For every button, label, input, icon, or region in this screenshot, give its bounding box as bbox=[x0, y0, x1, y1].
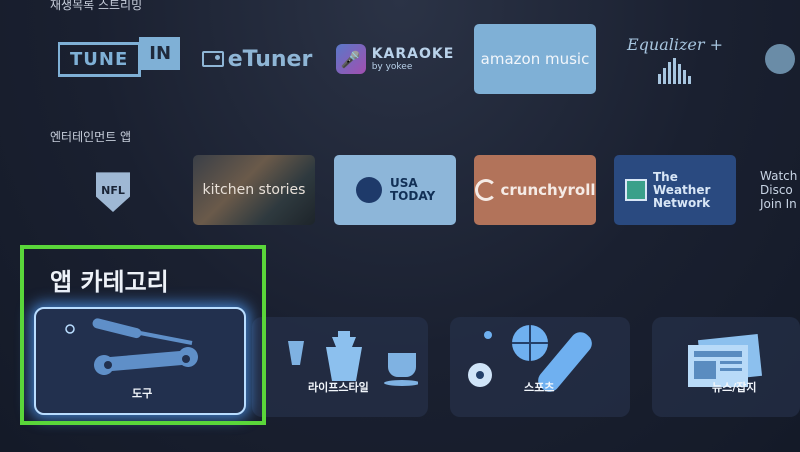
music-app-row: TUNE IN eTuner 🎤 KARAOKE by yokee amazon… bbox=[0, 18, 800, 108]
category-label-lifestyle: 라이프스타일 bbox=[308, 381, 369, 394]
weather-network-icon bbox=[625, 179, 647, 201]
weather-network-logo-text: The Weather Network bbox=[653, 169, 711, 210]
sports-balls-icon bbox=[468, 325, 592, 392]
section-label-music: 재생목록 스트리밍 bbox=[50, 0, 143, 12]
app-tile-crunchyroll[interactable]: crunchyroll bbox=[474, 155, 596, 225]
karaoke-logo-sub: by yokee bbox=[371, 62, 413, 72]
nfl-shield-icon: NFL bbox=[96, 172, 130, 212]
spotify-icon bbox=[765, 44, 795, 74]
category-tile-lifestyle[interactable]: 라이프스타일 bbox=[252, 317, 428, 417]
app-tile-etuner[interactable]: eTuner bbox=[196, 24, 318, 94]
category-label-news: 뉴스/잡지 bbox=[712, 381, 757, 394]
watch-discovery-logo-text: Watch Disco Join In bbox=[760, 169, 798, 211]
focus-highlight-frame bbox=[20, 245, 266, 425]
section-label-entertainment: 엔터테인먼트 앱 bbox=[50, 130, 132, 144]
usa-today-logo-text: USA TODAY bbox=[390, 176, 436, 203]
app-tile-karaoke[interactable]: 🎤 KARAOKE by yokee bbox=[334, 24, 456, 94]
app-tile-spotify[interactable] bbox=[760, 24, 800, 94]
category-tile-news[interactable]: 뉴스/잡지 bbox=[652, 317, 800, 417]
karaoke-logo-text: KARAOKE bbox=[371, 46, 455, 62]
app-tile-watch-discovery[interactable]: Watch Disco Join In bbox=[756, 155, 800, 225]
app-tile-tunein[interactable]: TUNE IN bbox=[58, 24, 180, 94]
amazon-music-logo-text: amazon music bbox=[480, 50, 590, 68]
category-tile-sports[interactable]: 스포츠 bbox=[450, 317, 630, 417]
crunchyroll-icon bbox=[474, 179, 497, 201]
radio-icon bbox=[201, 51, 224, 67]
entertainment-app-row: NFL kitchen stories USA TODAY crunchyrol… bbox=[0, 150, 800, 240]
category-label-sports: 스포츠 bbox=[524, 381, 555, 394]
equalizer-bars-icon bbox=[658, 57, 692, 84]
equalizer-logo-text: Equalizer + bbox=[626, 34, 724, 54]
app-tile-nfl[interactable]: NFL bbox=[52, 155, 174, 225]
app-tile-kitchen-stories[interactable]: kitchen stories bbox=[193, 155, 315, 225]
microphone-icon: 🎤 bbox=[335, 44, 366, 74]
nfl-logo-text: NFL bbox=[101, 183, 125, 197]
tunein-logo-text: TUNE bbox=[58, 41, 142, 77]
kitchen-stories-logo-text: kitchen stories bbox=[202, 182, 306, 198]
app-tile-usa-today[interactable]: USA TODAY bbox=[334, 155, 456, 225]
tunein-logo-badge: IN bbox=[139, 36, 180, 70]
etuner-logo-text: eTuner bbox=[227, 46, 313, 72]
app-tile-weather-network[interactable]: The Weather Network bbox=[614, 155, 736, 225]
crunchyroll-logo-text: crunchyroll bbox=[500, 181, 596, 199]
usa-today-dot-icon bbox=[356, 177, 382, 203]
app-tile-equalizer[interactable]: Equalizer + bbox=[614, 24, 736, 94]
app-tile-amazon-music[interactable]: amazon music bbox=[474, 24, 596, 94]
